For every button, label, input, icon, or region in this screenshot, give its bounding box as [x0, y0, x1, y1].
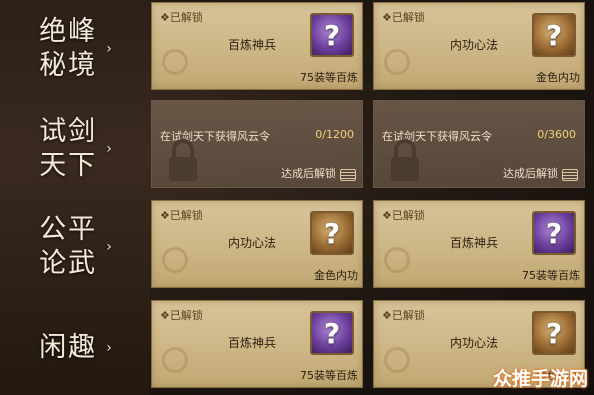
reward-name: 百炼神兵 [227, 38, 276, 52]
swirl-decoration [384, 347, 410, 373]
unlock-status: ❖已解锁 [382, 11, 425, 24]
unlock-status: ❖已解锁 [160, 309, 203, 322]
question-icon[interactable]: ? [532, 13, 576, 57]
category-title-line2: 秘境 [39, 50, 98, 81]
scroll-icon [562, 169, 578, 181]
reward-card[interactable]: ❖已解锁 百炼神兵 ? 75装等百炼 [151, 2, 363, 90]
lock-icon [169, 139, 197, 181]
swirl-decoration [384, 247, 410, 273]
category-title-line1: 绝峰 [39, 16, 98, 47]
question-icon[interactable]: ? [532, 211, 576, 255]
reward-name: 内功心法 [227, 236, 276, 250]
reward-tag: 75装等百炼 [300, 71, 358, 84]
locked-reward-card[interactable]: 在试剑天下获得风云令 0/1200 达成后解锁 [151, 100, 363, 188]
swirl-decoration [162, 49, 188, 75]
lock-icon [391, 139, 419, 181]
reward-tag: 75装等百炼 [300, 369, 358, 382]
chevron-right-icon: › [106, 141, 112, 157]
category-xian-qu[interactable]: 闲趣 › [0, 324, 148, 372]
category-title-line2: 天下 [39, 150, 98, 181]
reward-card[interactable]: ❖已解锁 内功心法 ? 金色内功 [151, 200, 363, 288]
category-gong-ping-lun-wu[interactable]: 公平 论武 › [0, 208, 148, 286]
unlock-status: ❖已解锁 [382, 209, 425, 222]
reward-name: 百炼神兵 [227, 336, 276, 350]
scroll-icon [340, 169, 356, 181]
swirl-decoration [384, 49, 410, 75]
reward-tag: 金色内功 [536, 71, 580, 84]
unlock-status: ❖已解锁 [160, 209, 203, 222]
category-jue-feng-mi-jing[interactable]: 绝峰 秘境 › [0, 10, 148, 88]
unlock-note: 达成后解锁 [281, 167, 336, 180]
question-icon[interactable]: ? [310, 211, 354, 255]
swirl-decoration [162, 247, 188, 273]
locked-reward-card[interactable]: 在试剑天下获得风云令 0/3600 达成后解锁 [373, 100, 585, 188]
question-icon[interactable]: ? [310, 311, 354, 355]
reward-card[interactable]: ❖已解锁 内功心法 ? 金色内功 [373, 2, 585, 90]
swirl-decoration [162, 347, 188, 373]
category-title: 试剑 天下 [36, 115, 100, 183]
unlock-status: ❖已解锁 [382, 309, 425, 322]
reward-name: 内功心法 [449, 336, 498, 350]
reward-card[interactable]: ❖已解锁 百炼神兵 ? 75装等百炼 [151, 300, 363, 388]
category-title-line2: 论武 [39, 248, 98, 279]
question-icon[interactable]: ? [532, 311, 576, 355]
reward-name: 内功心法 [449, 38, 498, 52]
reward-tag: 金色内功 [314, 269, 358, 282]
question-icon[interactable]: ? [310, 13, 354, 57]
category-title: 闲趣 [36, 331, 100, 365]
category-title: 公平 论武 [36, 213, 100, 281]
category-title-line1: 闲趣 [39, 332, 98, 363]
category-title-line1: 试剑 [39, 116, 98, 147]
unlock-note: 达成后解锁 [503, 167, 558, 180]
category-title: 绝峰 秘境 [36, 15, 100, 83]
category-shi-jian-tian-xia[interactable]: 试剑 天下 › [0, 110, 148, 188]
category-title-line1: 公平 [39, 214, 98, 245]
watermark: 众推手游网 [492, 368, 588, 390]
chevron-right-icon: › [106, 41, 112, 57]
chevron-right-icon: › [106, 239, 112, 255]
reward-tag: 75装等百炼 [522, 269, 580, 282]
unlock-status: ❖已解锁 [160, 11, 203, 24]
unlock-progress: 0/1200 [315, 128, 354, 141]
reward-card[interactable]: ❖已解锁 百炼神兵 ? 75装等百炼 [373, 200, 585, 288]
unlock-progress: 0/3600 [537, 128, 576, 141]
reward-name: 百炼神兵 [449, 236, 498, 250]
chevron-right-icon: › [106, 340, 112, 356]
